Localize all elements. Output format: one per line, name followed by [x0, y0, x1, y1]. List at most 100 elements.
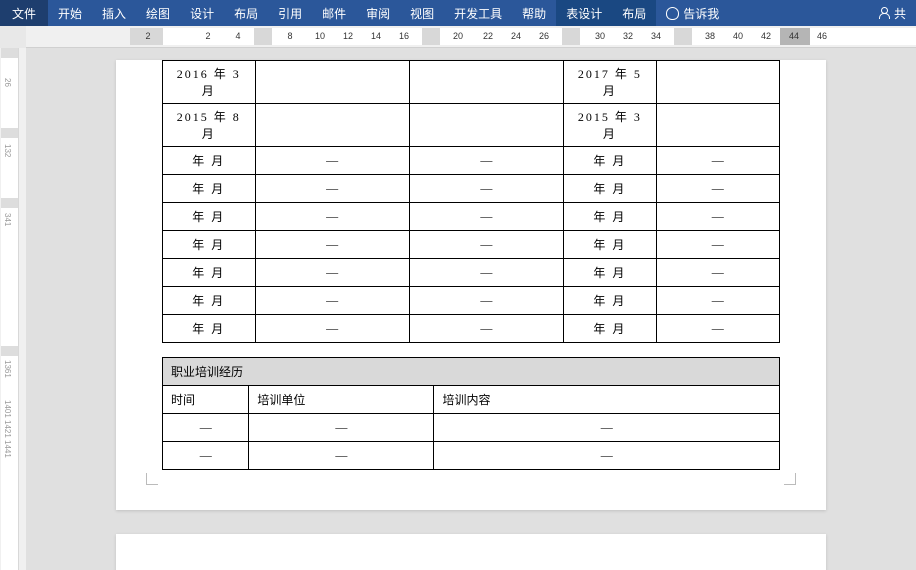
table-cell[interactable]: —	[434, 414, 780, 442]
table-cell[interactable]: 年 月	[564, 231, 657, 259]
tab-design[interactable]: 设计	[180, 0, 224, 26]
table-cell[interactable]: —	[656, 259, 779, 287]
table-cell[interactable]: 年 月	[564, 259, 657, 287]
table-cell[interactable]: —	[409, 175, 563, 203]
table-cell[interactable]: 年 月	[163, 315, 256, 343]
tab-help[interactable]: 帮助	[512, 0, 556, 26]
ruler-mark: 34	[651, 31, 661, 41]
table-cell[interactable]: —	[656, 315, 779, 343]
table-cell[interactable]: 2017 年 5 月	[564, 61, 657, 104]
ruler-mark: 38	[705, 31, 715, 41]
table-cell[interactable]: —	[434, 442, 780, 470]
tab-developer[interactable]: 开发工具	[444, 0, 512, 26]
training-table[interactable]: 职业培训经历 时间 培训单位 培训内容 ——————	[162, 357, 780, 470]
document-area[interactable]: 2016 年 3 月 2017 年 5 月 2015 年 8 月 2015 年 3 月…	[26, 48, 916, 570]
table-cell[interactable]	[656, 104, 779, 147]
table-row[interactable]: 年 月——年 月—	[163, 147, 780, 175]
tab-mailings[interactable]: 邮件	[312, 0, 356, 26]
page-1: 2016 年 3 月 2017 年 5 月 2015 年 8 月 2015 年 3 月…	[116, 60, 826, 510]
page-2: 技术及职业资格证书 证书名称 发证机关 发证日期 证书编号	[116, 534, 826, 570]
col-time: 时间	[163, 386, 249, 414]
tab-review[interactable]: 审阅	[356, 0, 400, 26]
table-row[interactable]: ———	[163, 442, 780, 470]
table-cell[interactable]: 年 月	[564, 287, 657, 315]
share-button[interactable]: 共	[868, 0, 916, 26]
table-cell[interactable]: —	[249, 442, 434, 470]
table-row[interactable]: ———	[163, 414, 780, 442]
experience-table[interactable]: 2016 年 3 月 2017 年 5 月 2015 年 8 月 2015 年 3 月…	[162, 60, 780, 343]
table-cell[interactable]: —	[163, 442, 249, 470]
ruler-mark: 26	[539, 31, 549, 41]
horizontal-ruler-area: 2 2 4 8 10 12 14 16 20 22 24 26 30 32 34…	[0, 26, 916, 48]
table-row[interactable]: 年 月——年 月—	[163, 231, 780, 259]
table-cell[interactable]: 年 月	[564, 203, 657, 231]
table-row[interactable]: 年 月——年 月—	[163, 315, 780, 343]
tab-insert[interactable]: 插入	[92, 0, 136, 26]
table-cell[interactable]: 年 月	[564, 147, 657, 175]
table-cell[interactable]	[255, 104, 409, 147]
tab-layout[interactable]: 布局	[224, 0, 268, 26]
table-cell[interactable]: 年 月	[564, 315, 657, 343]
vertical-ruler[interactable]: 26 132 341 1361 1401 1421 1441	[1, 48, 19, 570]
table-cell[interactable]: —	[656, 231, 779, 259]
tab-table-layout[interactable]: 布局	[612, 0, 656, 26]
table-row[interactable]: 年 月——年 月—	[163, 259, 780, 287]
table-row[interactable]: 年 月——年 月—	[163, 287, 780, 315]
table-cell[interactable]: —	[409, 259, 563, 287]
table-cell[interactable]: —	[255, 175, 409, 203]
ruler-mark: 8	[287, 31, 292, 41]
table-cell[interactable]: 年 月	[163, 287, 256, 315]
table-cell[interactable]: 年 月	[163, 147, 256, 175]
table-cell[interactable]: —	[656, 175, 779, 203]
horizontal-ruler[interactable]: 2 2 4 8 10 12 14 16 20 22 24 26 30 32 34…	[130, 28, 916, 45]
table-cell[interactable]: —	[255, 315, 409, 343]
table-cell[interactable]: —	[409, 231, 563, 259]
table-cell[interactable]: —	[656, 147, 779, 175]
table-cell[interactable]: —	[255, 147, 409, 175]
table-cell[interactable]	[255, 61, 409, 104]
ribbon-tabs: 文件 开始 插入 绘图 设计 布局 引用 邮件 审阅 视图 开发工具 帮助 表设…	[0, 0, 916, 26]
ruler-mark: 30	[595, 31, 605, 41]
tell-me[interactable]: 告诉我	[656, 0, 729, 26]
table-cell[interactable]: —	[409, 287, 563, 315]
ruler-mark: 20	[453, 31, 463, 41]
table-row[interactable]: 2015 年 8 月 2015 年 3 月	[163, 104, 780, 147]
tab-table-design[interactable]: 表设计	[556, 0, 612, 26]
table-cell[interactable]: 2016 年 3 月	[163, 61, 256, 104]
tab-view[interactable]: 视图	[400, 0, 444, 26]
table-row[interactable]: 2016 年 3 月 2017 年 5 月	[163, 61, 780, 104]
table-cell[interactable]: 年 月	[163, 203, 256, 231]
share-label: 共	[894, 5, 906, 22]
table-row[interactable]: 年 月——年 月—	[163, 175, 780, 203]
table-cell[interactable]: —	[255, 203, 409, 231]
table-cell[interactable]: 2015 年 8 月	[163, 104, 256, 147]
table-cell[interactable]: 年 月	[163, 231, 256, 259]
ruler-mark: 44	[789, 31, 799, 41]
table-cell[interactable]: —	[249, 414, 434, 442]
table-cell[interactable]	[656, 61, 779, 104]
table-cell[interactable]: —	[409, 315, 563, 343]
tab-home[interactable]: 开始	[48, 0, 92, 26]
table-cell[interactable]	[409, 61, 563, 104]
table-cell[interactable]: —	[656, 287, 779, 315]
table-cell[interactable]: —	[409, 203, 563, 231]
file-tab[interactable]: 文件	[0, 0, 48, 26]
ruler-mark: 46	[817, 31, 827, 41]
ruler-mark: 26	[3, 78, 12, 87]
ruler-corner	[0, 26, 26, 48]
table-cell[interactable]: 年 月	[163, 175, 256, 203]
person-icon	[878, 7, 890, 19]
table-cell[interactable]: —	[255, 231, 409, 259]
table-row[interactable]: 年 月——年 月—	[163, 203, 780, 231]
tab-references[interactable]: 引用	[268, 0, 312, 26]
table-cell[interactable]: —	[255, 287, 409, 315]
table-cell[interactable]: 年 月	[163, 259, 256, 287]
table-cell[interactable]: 2015 年 3 月	[564, 104, 657, 147]
table-cell[interactable]	[409, 104, 563, 147]
table-cell[interactable]: 年 月	[564, 175, 657, 203]
table-cell[interactable]: —	[255, 259, 409, 287]
table-cell[interactable]: —	[163, 414, 249, 442]
table-cell[interactable]: —	[656, 203, 779, 231]
tab-draw[interactable]: 绘图	[136, 0, 180, 26]
table-cell[interactable]: —	[409, 147, 563, 175]
